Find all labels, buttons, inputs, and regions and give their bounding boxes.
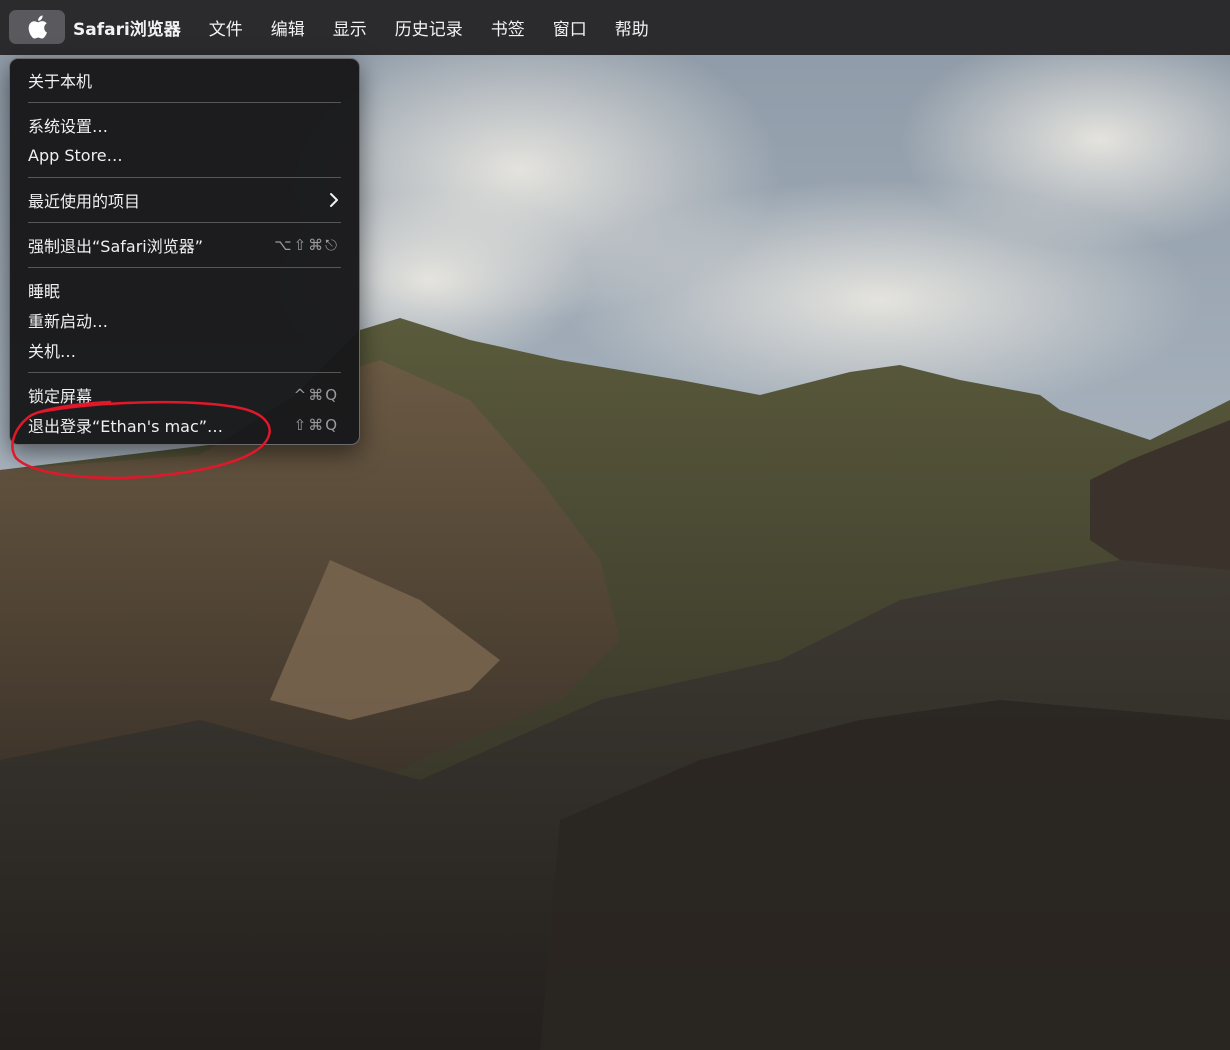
menu-item-app-store[interactable]: App Store… (10, 140, 359, 170)
menu-item-sleep[interactable]: 睡眠 (10, 275, 359, 305)
menu-item-label: 最近使用的项目 (28, 192, 141, 211)
menu-safari[interactable]: Safari浏览器 (73, 15, 181, 40)
menu-window[interactable]: 窗口 (553, 15, 587, 40)
menu-help[interactable]: 帮助 (615, 15, 649, 40)
menu-item-logout[interactable]: 退出登录“Ethan's mac”… ⇧⌘Q (10, 410, 359, 440)
menu-item-label: 关于本机 (28, 72, 93, 91)
menu-view[interactable]: 显示 (333, 15, 367, 40)
menu-edit[interactable]: 编辑 (271, 15, 305, 40)
apple-menu-dropdown: 关于本机 系统设置… App Store… 最近使用的项目 强制退出“Safar… (9, 58, 360, 445)
menu-item-lock-screen[interactable]: 锁定屏幕 ^⌘Q (10, 380, 359, 410)
menu-item-label: 锁定屏幕 (28, 387, 93, 406)
menu-item-label: App Store… (28, 145, 123, 165)
menu-separator (28, 372, 341, 373)
menu-item-label: 重新启动… (28, 312, 109, 331)
menu-item-system-settings[interactable]: 系统设置… (10, 110, 359, 140)
menu-separator (28, 102, 341, 103)
menu-item-shutdown[interactable]: 关机… (10, 335, 359, 365)
menu-item-label: 睡眠 (28, 282, 61, 301)
apple-menu-button[interactable] (9, 10, 65, 44)
menu-history[interactable]: 历史记录 (395, 15, 463, 40)
shortcut-label: ⌥⇧⌘⎋ (274, 236, 339, 254)
menu-item-recent-items[interactable]: 最近使用的项目 (10, 185, 359, 215)
menu-file[interactable]: 文件 (209, 15, 243, 40)
menu-separator (28, 177, 341, 178)
chevron-right-icon (330, 193, 338, 207)
menu-item-label: 退出登录“Ethan's mac”… (28, 417, 224, 436)
shortcut-label: ⇧⌘Q (293, 416, 339, 434)
menu-separator (28, 222, 341, 223)
menu-item-label: 系统设置… (28, 117, 109, 136)
desktop-screen: Safari浏览器 文件 编辑 显示 历史记录 书签 窗口 帮助 关于本机 系统… (0, 0, 1230, 1050)
menu-item-restart[interactable]: 重新启动… (10, 305, 359, 335)
menu-item-about[interactable]: 关于本机 (10, 65, 359, 95)
menu-bookmarks[interactable]: 书签 (491, 15, 525, 40)
menu-item-label: 强制退出“Safari浏览器” (28, 237, 204, 256)
shortcut-label: ^⌘Q (293, 386, 339, 404)
apple-logo-icon (28, 15, 47, 39)
menu-item-label: 关机… (28, 342, 77, 361)
menu-item-force-quit[interactable]: 强制退出“Safari浏览器” ⌥⇧⌘⎋ (10, 230, 359, 260)
menu-bar: Safari浏览器 文件 编辑 显示 历史记录 书签 窗口 帮助 (0, 0, 1230, 55)
menu-separator (28, 267, 341, 268)
